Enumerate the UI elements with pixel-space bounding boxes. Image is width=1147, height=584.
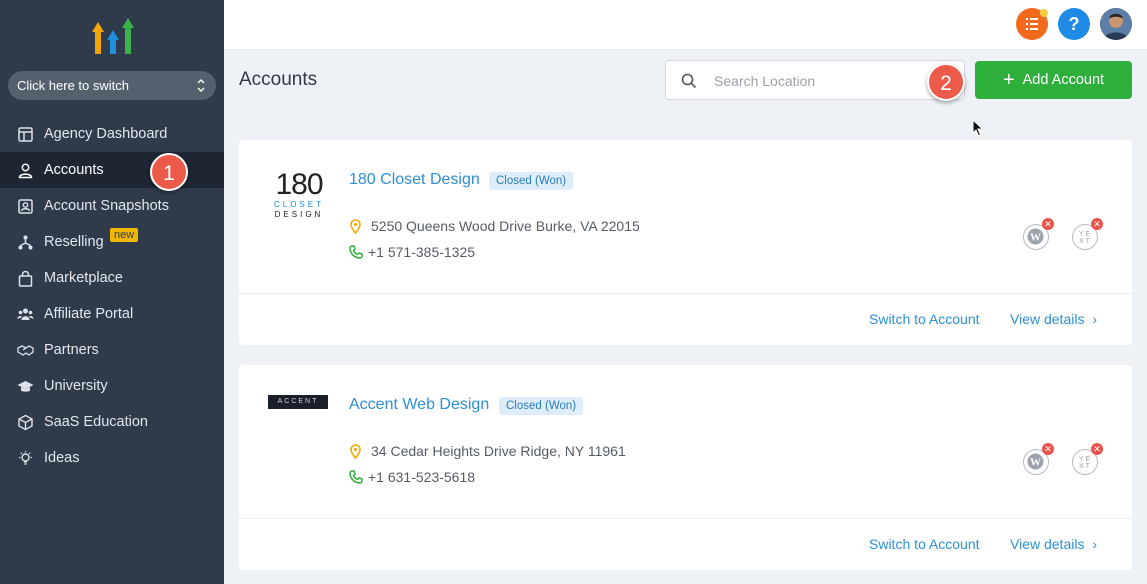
sidebar-nav: Agency Dashboard Accounts Account Snapsh…	[0, 116, 224, 476]
app-logo[interactable]	[92, 16, 134, 56]
phone-icon	[349, 245, 363, 259]
top-bar: ?	[224, 0, 1147, 50]
phone-text: +1 571-385-1325	[368, 244, 476, 260]
yext-icon[interactable]: Y EX T ✕	[1072, 218, 1103, 250]
account-card: ACCENT Accent Web Design Closed (Won) 34…	[239, 365, 1132, 570]
account-logo: ACCENT	[268, 395, 328, 409]
logo-text: 180	[275, 168, 323, 201]
network-icon	[16, 233, 35, 252]
disconnected-icon: ✕	[1091, 443, 1103, 455]
sidebar-item-affiliate-portal[interactable]: Affiliate Portal	[0, 296, 224, 332]
notification-dot	[1040, 9, 1048, 17]
card-divider	[239, 293, 1132, 294]
status-badge: Closed (Won)	[499, 397, 584, 415]
phone-icon	[349, 470, 363, 484]
sidebar-item-accounts[interactable]: Accounts	[0, 152, 224, 188]
svg-text:W: W	[1030, 457, 1041, 469]
address-line: 5250 Queens Wood Drive Burke, VA 22015	[349, 218, 640, 234]
sidebar: Click here to switch Agency Dashboard Ac…	[0, 0, 224, 584]
svg-text:X T: X T	[1079, 463, 1090, 470]
svg-text:Y E: Y E	[1079, 456, 1090, 463]
address-text: 5250 Queens Wood Drive Burke, VA 22015	[371, 218, 640, 234]
lightbulb-icon	[16, 449, 35, 468]
logo-subtext: CLOSET	[273, 200, 324, 209]
phone-line: +1 571-385-1325	[349, 244, 475, 260]
sidebar-item-saas-education[interactable]: SaaS Education	[0, 404, 224, 440]
sidebar-item-label: Marketplace	[44, 270, 123, 286]
disconnected-icon: ✕	[1091, 218, 1103, 230]
sidebar-item-label: Account Snapshots	[44, 198, 169, 214]
sidebar-item-agency-dashboard[interactable]: Agency Dashboard	[0, 116, 224, 152]
search-input[interactable]	[714, 70, 934, 92]
wordpress-icon[interactable]: W ✕	[1023, 218, 1054, 250]
user-icon	[16, 161, 35, 180]
new-badge: new	[110, 228, 139, 242]
plus-icon: +	[1002, 69, 1015, 91]
box-icon	[16, 413, 35, 432]
account-name-link[interactable]: 180 Closet Design	[349, 171, 480, 189]
sidebar-item-label: Partners	[44, 342, 99, 358]
sidebar-item-ideas[interactable]: Ideas	[0, 440, 224, 476]
yext-icon[interactable]: Y EX T ✕	[1072, 443, 1103, 475]
address-text: 34 Cedar Heights Drive Ridge, NY 11961	[371, 443, 626, 459]
help-icon[interactable]: ?	[1058, 8, 1090, 40]
avatar[interactable]	[1100, 8, 1132, 40]
sidebar-item-reselling[interactable]: Reselling new	[0, 224, 224, 260]
sidebar-item-label: Ideas	[44, 450, 80, 466]
status-badge: Closed (Won)	[489, 172, 574, 190]
switch-to-account-link[interactable]: Switch to Account	[869, 311, 980, 327]
sidebar-item-label: Reselling	[44, 234, 104, 250]
page-title: Accounts	[239, 69, 318, 90]
wordpress-icon[interactable]: W ✕	[1023, 443, 1054, 475]
sidebar-item-label: Affiliate Portal	[44, 306, 134, 322]
svg-text:X T: X T	[1079, 238, 1090, 245]
add-account-button[interactable]: + Add Account	[975, 61, 1132, 99]
sidebar-item-partners[interactable]: Partners	[0, 332, 224, 368]
account-name-link[interactable]: Accent Web Design	[349, 396, 489, 414]
sidebar-item-label: Accounts	[44, 162, 104, 178]
disconnected-icon: ✕	[1042, 218, 1054, 230]
tasks-icon[interactable]	[1016, 8, 1048, 40]
svg-text:W: W	[1030, 232, 1041, 244]
sidebar-item-account-snapshots[interactable]: Account Snapshots	[0, 188, 224, 224]
account-switcher-label: Click here to switch	[17, 78, 129, 93]
step-marker-1: 1	[150, 153, 188, 191]
handshake-icon	[16, 341, 35, 360]
view-details-label: View details	[1010, 311, 1085, 327]
dashboard-icon	[16, 125, 35, 144]
sidebar-item-label: Agency Dashboard	[44, 126, 168, 142]
search-icon	[681, 73, 697, 89]
location-pin-icon	[350, 443, 361, 459]
account-switcher[interactable]: Click here to switch	[8, 71, 216, 100]
account-card: 180 CLOSET DESIGN 180 Closet Design Clos…	[239, 140, 1132, 345]
mouse-cursor-icon	[972, 119, 984, 137]
disconnected-icon: ✕	[1042, 443, 1054, 455]
card-divider	[239, 518, 1132, 519]
bag-icon	[16, 269, 35, 288]
sidebar-item-marketplace[interactable]: Marketplace	[0, 260, 224, 296]
graduation-cap-icon	[16, 377, 35, 396]
view-details-link[interactable]: View details ›	[1010, 536, 1097, 552]
step-marker-2: 2	[927, 63, 965, 101]
view-details-label: View details	[1010, 536, 1085, 552]
search-box	[665, 60, 965, 100]
snapshot-icon	[16, 197, 35, 216]
phone-text: +1 631-523-5618	[368, 469, 476, 485]
location-pin-icon	[350, 218, 361, 234]
svg-text:Y E: Y E	[1079, 231, 1090, 238]
address-line: 34 Cedar Heights Drive Ridge, NY 11961	[349, 443, 626, 459]
switch-to-account-link[interactable]: Switch to Account	[869, 536, 980, 552]
account-logo: 180 CLOSET DESIGN	[268, 170, 330, 220]
logo-subtext: DESIGN	[274, 210, 324, 219]
chevron-updown-icon	[197, 79, 205, 92]
view-details-link[interactable]: View details ›	[1010, 311, 1097, 327]
sidebar-item-university[interactable]: University	[0, 368, 224, 404]
add-account-label: Add Account	[1022, 72, 1105, 88]
chevron-right-icon: ›	[1092, 536, 1098, 552]
chevron-right-icon: ›	[1092, 311, 1098, 327]
sidebar-item-label: SaaS Education	[44, 414, 148, 430]
phone-line: +1 631-523-5618	[349, 469, 475, 485]
sidebar-item-label: University	[44, 378, 108, 394]
people-icon	[16, 305, 35, 324]
